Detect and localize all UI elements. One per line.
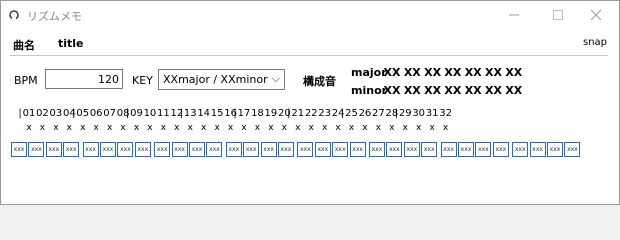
beat-cell[interactable]: xxx xyxy=(11,142,27,157)
maximize-button[interactable] xyxy=(543,1,573,29)
beat-cell[interactable]: xxx xyxy=(45,142,62,157)
beat-cell[interactable]: xxx xyxy=(189,142,205,157)
beat-cell[interactable]: xxx xyxy=(440,142,457,157)
beat-mark-row: xxxxxxxxxxxxxxxxxxxxxxxxxxxxxxxx xyxy=(1,123,620,137)
beat-cell[interactable]: xxx xyxy=(564,142,581,157)
key-select[interactable]: XXmajor / XXminor ⌵ xyxy=(158,69,285,90)
chevron-down-icon: ⌵ xyxy=(271,72,280,85)
major-chord-tone: XX xyxy=(403,66,421,79)
major-chord-tone: XX xyxy=(444,66,462,79)
minimize-button[interactable] xyxy=(499,1,529,29)
beat-cell[interactable]: xxx xyxy=(403,142,420,157)
beat-cell[interactable]: xxx xyxy=(206,142,223,157)
beat-cell[interactable]: xxx xyxy=(117,142,134,157)
close-button[interactable] xyxy=(581,1,611,29)
key-select-value: XXmajor / XXminor xyxy=(163,73,268,86)
header-divider xyxy=(10,55,608,56)
beat-cell[interactable]: xxx xyxy=(134,142,151,157)
minor-chord-tone: XX xyxy=(464,84,482,97)
beat-cell[interactable]: xxx xyxy=(225,142,242,157)
beat-cell[interactable]: xxx xyxy=(314,142,331,157)
beat-cell[interactable]: xxx xyxy=(154,142,171,157)
minor-chord-tone: XX xyxy=(444,84,462,97)
song-title[interactable]: title xyxy=(58,37,84,50)
major-chord-tone: XX xyxy=(424,66,442,79)
beat-cell[interactable]: xxx xyxy=(512,142,529,157)
beat-cell[interactable]: xxx xyxy=(332,142,349,157)
major-chord-tone: XX xyxy=(383,66,401,79)
beat-cell[interactable]: xxx xyxy=(171,142,188,157)
beat-cell[interactable]: xxx xyxy=(547,142,563,157)
beat-number-row: | 01 02 03 04 | 05 06 07 08 | 09 10 11 12 | 13 14 15 16 | 17 1… xyxy=(1,108,620,122)
beat-mark[interactable]: x xyxy=(437,123,455,133)
minor-chord-tone: XX xyxy=(424,84,442,97)
title-bar: リズムメモ xyxy=(1,1,619,29)
beat-cell[interactable]: xxx xyxy=(475,142,492,157)
beat-number: 32 xyxy=(439,108,452,119)
close-icon xyxy=(591,10,601,20)
window-title: リズムメモ xyxy=(27,10,82,23)
beat-cell-row: xxx xxx xxx xxx xxx xxx xxx xxx xxx xxx xxx xxx xxx x… xyxy=(1,142,620,158)
beat-cell[interactable]: xxx xyxy=(349,142,366,157)
minor-chord-tone: XX xyxy=(383,84,401,97)
major-chord-tone: XX xyxy=(485,66,502,79)
beat-cell[interactable]: xxx xyxy=(297,142,314,157)
beat-cell[interactable]: xxx xyxy=(100,142,116,157)
minimize-icon xyxy=(509,14,519,16)
beat-cell[interactable]: xxx xyxy=(243,142,260,157)
beat-cell[interactable]: xxx xyxy=(421,142,438,157)
beat-cell[interactable]: xxx xyxy=(28,142,45,157)
app-icon xyxy=(9,10,19,20)
bpm-input[interactable]: 120 xyxy=(45,69,123,89)
beat-cell[interactable]: xxx xyxy=(278,142,294,157)
beat-cell[interactable]: xxx xyxy=(386,142,403,157)
minor-chord-tone: XX xyxy=(403,84,421,97)
snap-link[interactable]: snap xyxy=(583,37,607,48)
major-chord-tone: XX xyxy=(464,66,482,79)
beat-cell[interactable]: xxx xyxy=(492,142,509,157)
bpm-label: BPM xyxy=(14,74,38,87)
minor-chord-tone: XX xyxy=(485,84,502,97)
beat-cell[interactable]: xxx xyxy=(369,142,385,157)
beat-cell[interactable]: xxx xyxy=(82,142,99,157)
major-chord-tone: XX xyxy=(505,66,523,79)
maximize-icon xyxy=(553,10,563,20)
beat-cell[interactable]: xxx xyxy=(458,142,474,157)
minor-chord-tone: XX xyxy=(505,84,523,97)
beat-cell[interactable]: xxx xyxy=(260,142,277,157)
chord-tones-label: 構成音 xyxy=(303,75,336,88)
app-window: リズムメモ 曲名 title snap BPM 120 KEY XXmajor … xyxy=(0,0,620,205)
beat-cell[interactable]: xxx xyxy=(63,142,80,157)
song-name-label: 曲名 xyxy=(13,39,35,52)
key-label: KEY xyxy=(132,74,153,87)
beat-cell[interactable]: xxx xyxy=(529,142,546,157)
